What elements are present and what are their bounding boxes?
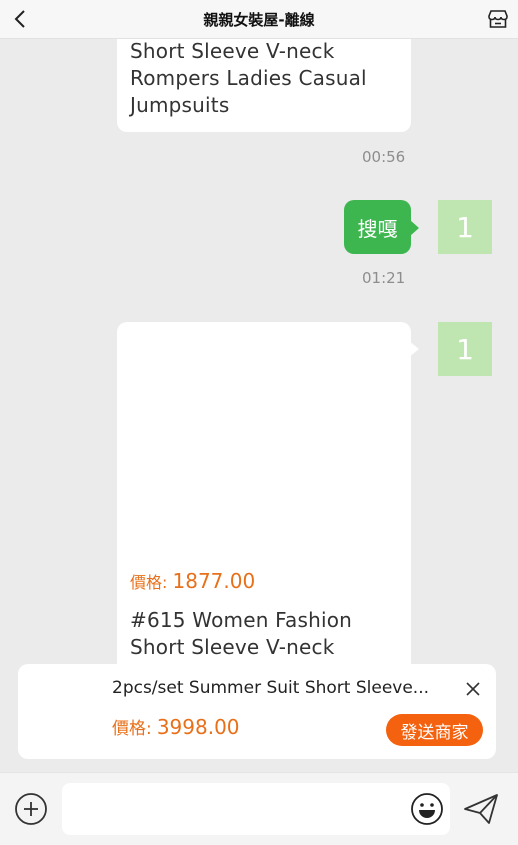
input-bar — [0, 772, 518, 845]
product-image — [117, 322, 411, 562]
product-price: 價格: 1877.00 — [130, 569, 256, 593]
emoji-icon[interactable] — [410, 792, 444, 826]
bubble-tail — [409, 341, 419, 357]
back-arrow-icon[interactable] — [10, 8, 32, 30]
product-description: #615 Women Fashion Short Sleeve V-neck — [130, 608, 353, 659]
product-card-price: 價格: 3998.00 — [112, 715, 240, 739]
send-to-merchant-button[interactable]: 發送商家 — [386, 714, 483, 746]
product-message-bubble[interactable]: Short Sleeve V-neck Rompers Ladies Casua… — [117, 39, 411, 132]
message-input[interactable] — [62, 783, 450, 835]
plus-circle-icon[interactable] — [14, 792, 48, 826]
chat-messages[interactable]: Short Sleeve V-neck Rompers Ladies Casua… — [0, 39, 518, 772]
product-card-name: 2pcs/set Summer Suit Short Sleeve... — [112, 678, 430, 698]
message-timestamp: 00:56 — [362, 148, 406, 166]
avatar[interactable]: 1 — [438, 322, 492, 376]
product-card[interactable]: 2pcs/set Summer Suit Short Sleeve... 價格:… — [18, 664, 496, 759]
product-message-bubble[interactable]: 價格: 1877.00 #615 Women Fashion Short Sle… — [117, 322, 411, 722]
product-description: Short Sleeve V-neck Rompers Ladies Casua… — [130, 39, 367, 117]
message-text: 搜嘎 — [357, 216, 398, 241]
chat-title: 親親女裝屋-離線 — [203, 10, 315, 29]
chat-header: 親親女裝屋-離線 — [0, 0, 518, 39]
shop-icon[interactable] — [486, 7, 510, 31]
close-icon[interactable] — [464, 680, 482, 698]
avatar[interactable]: 1 — [438, 200, 492, 254]
sent-message-bubble[interactable]: 搜嘎 — [344, 200, 419, 254]
send-plane-icon[interactable] — [462, 791, 500, 827]
message-timestamp: 01:21 — [362, 269, 406, 287]
